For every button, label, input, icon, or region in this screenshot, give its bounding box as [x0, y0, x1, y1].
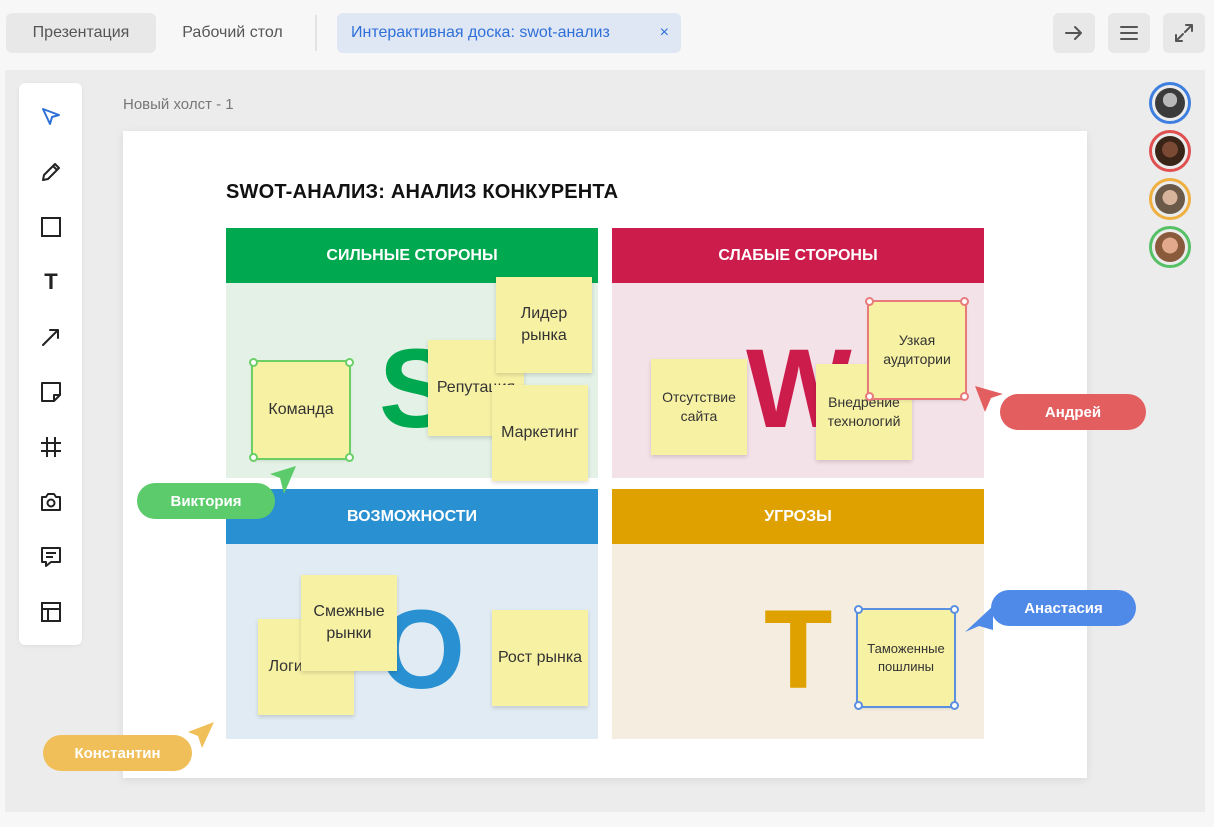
selection-handle[interactable] [854, 701, 863, 710]
selection-handle[interactable] [960, 297, 969, 306]
canvas-title: Новый холст - 1 [123, 96, 234, 113]
collaborator-label-konstantin: Константин [43, 735, 192, 771]
sticky-note-icon[interactable] [35, 376, 67, 408]
arrow-icon[interactable] [35, 321, 67, 353]
avatar-image [1155, 136, 1185, 166]
selection-handle[interactable] [950, 701, 959, 710]
arrow-right-icon[interactable] [1053, 13, 1095, 53]
sticky-note-selected[interactable]: Узкая аудитории [867, 300, 967, 400]
cursor-icon[interactable] [35, 101, 67, 133]
sticky-note[interactable]: Маркетинг [492, 385, 588, 481]
quadrant-header: СИЛЬНЫЕ СТОРОНЫ [226, 228, 598, 283]
avatar-image [1155, 184, 1185, 214]
expand-icon[interactable] [1163, 13, 1205, 53]
text-icon[interactable]: T [35, 266, 67, 298]
tool-palette: T [19, 83, 82, 645]
selection-handle[interactable] [854, 605, 863, 614]
avatar[interactable] [1149, 178, 1191, 220]
selection-handle[interactable] [249, 453, 258, 462]
avatar[interactable] [1149, 130, 1191, 172]
board-title: SWOT-АНАЛИЗ: АНАЛИЗ КОНКУРЕНТА [226, 181, 619, 203]
selection-handle[interactable] [345, 358, 354, 367]
tab-whiteboard-label: Интерактивная доска: swot-анализ [351, 24, 610, 41]
selection-handle[interactable] [865, 392, 874, 401]
tab-desktop[interactable]: Рабочий стол [165, 13, 300, 53]
quadrant-header: УГРОЗЫ [612, 489, 984, 544]
camera-icon[interactable] [35, 486, 67, 518]
template-icon[interactable] [35, 596, 67, 628]
quadrant-header: СЛАБЫЕ СТОРОНЫ [612, 228, 984, 283]
tab-divider [315, 15, 317, 51]
sticky-note-selected[interactable]: Команда [251, 360, 351, 460]
sticky-note[interactable]: Лидер рынка [496, 277, 592, 373]
selection-handle[interactable] [950, 605, 959, 614]
pencil-icon[interactable] [35, 156, 67, 188]
app: Презентация Рабочий стол Интерактивная д… [0, 0, 1214, 827]
selection-handle[interactable] [249, 358, 258, 367]
close-icon[interactable]: × [660, 24, 669, 42]
tab-whiteboard[interactable]: Интерактивная доска: swot-анализ × [337, 13, 681, 53]
quadrant-letter: T [764, 587, 833, 712]
collaborator-label-viktoria: Виктория [137, 483, 275, 519]
sticky-note-selected[interactable]: Таможенные пошлины [856, 608, 956, 708]
avatar-image [1155, 88, 1185, 118]
selection-handle[interactable] [960, 392, 969, 401]
sticky-note[interactable]: Рост рынка [492, 610, 588, 706]
rectangle-icon[interactable] [35, 211, 67, 243]
collaborator-label-anastasia: Анастасия [991, 590, 1136, 626]
sticky-note[interactable]: Смежные рынки [301, 575, 397, 671]
tab-presentation[interactable]: Презентация [6, 13, 156, 53]
selection-handle[interactable] [865, 297, 874, 306]
collaborator-label-andrey: Андрей [1000, 394, 1146, 430]
frame-icon[interactable] [35, 431, 67, 463]
quadrant-header: ВОЗМОЖНОСТИ [226, 489, 598, 544]
selection-handle[interactable] [345, 453, 354, 462]
sticky-note[interactable]: Отсутствие сайта [651, 359, 747, 455]
menu-icon[interactable] [1108, 13, 1150, 53]
avatar[interactable] [1149, 82, 1191, 124]
avatar[interactable] [1149, 226, 1191, 268]
avatar-image [1155, 232, 1185, 262]
comment-icon[interactable] [35, 541, 67, 573]
